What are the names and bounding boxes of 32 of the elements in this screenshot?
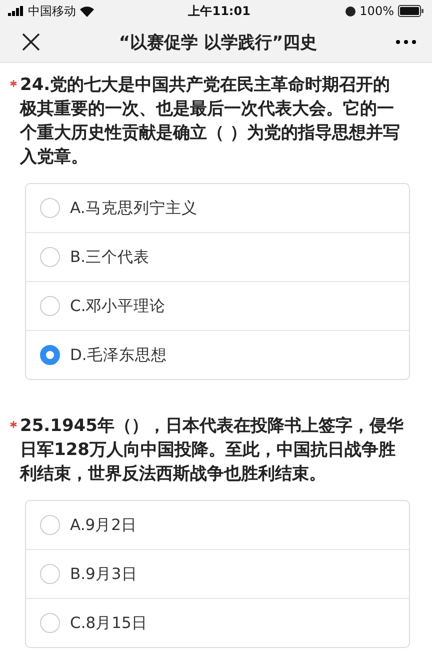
option-row[interactable]: C.邓小平理论 (26, 281, 409, 330)
option-label: A.马克思列宁主义 (70, 198, 198, 218)
battery-percent: 100% (360, 4, 394, 18)
option-label: D.毛泽东思想 (70, 344, 167, 366)
option-row[interactable]: A.马克思列宁主义 (26, 184, 409, 232)
wifi-icon (80, 6, 94, 16)
status-time: 上午11:01 (188, 2, 250, 20)
radio-button[interactable] (40, 247, 60, 267)
signal-icon (8, 6, 24, 16)
radio-button[interactable] (40, 345, 60, 365)
option-label: B.三个代表 (70, 246, 150, 268)
page-title: “以赛促学 以学践行”四史 (118, 32, 318, 54)
battery-icon (398, 5, 424, 17)
option-row[interactable]: C.8月15日 (26, 598, 409, 647)
radio-button[interactable] (40, 198, 60, 218)
radio-button[interactable] (40, 296, 60, 316)
option-row[interactable]: D.毛泽东思想 (26, 330, 409, 379)
carrier-name: 中国移动 (28, 2, 76, 20)
close-icon[interactable] (22, 33, 40, 51)
radio-button[interactable] (40, 515, 60, 535)
option-row[interactable]: B.三个代表 (26, 232, 409, 281)
question-text: 25.1945年（），日本代表在投降书上签字，侵华日军128万人向中国投降。至此，中国抗日战争胜利结束，世界反法西斯战争也胜利结束。 (20, 415, 404, 486)
more-icon[interactable] (396, 40, 416, 44)
option-label: B.9月3日 (70, 564, 138, 584)
radio-button[interactable] (40, 564, 60, 584)
radio-button[interactable] (40, 613, 60, 633)
option-row[interactable]: A.9月2日 (26, 501, 409, 549)
question-text: 24.党的七大是中国共产党在民主革命时期召开的极其重要的一次、也是最后一次代表大会。它的一个重大历史性贡献是确立（ ）为党的指导思想并写入党章。 (20, 74, 401, 169)
option-label: C.邓小平理论 (70, 296, 166, 316)
option-row[interactable]: B.9月3日 (26, 549, 409, 598)
option-label: C.8月15日 (70, 612, 148, 634)
option-label: A.9月2日 (70, 514, 137, 536)
